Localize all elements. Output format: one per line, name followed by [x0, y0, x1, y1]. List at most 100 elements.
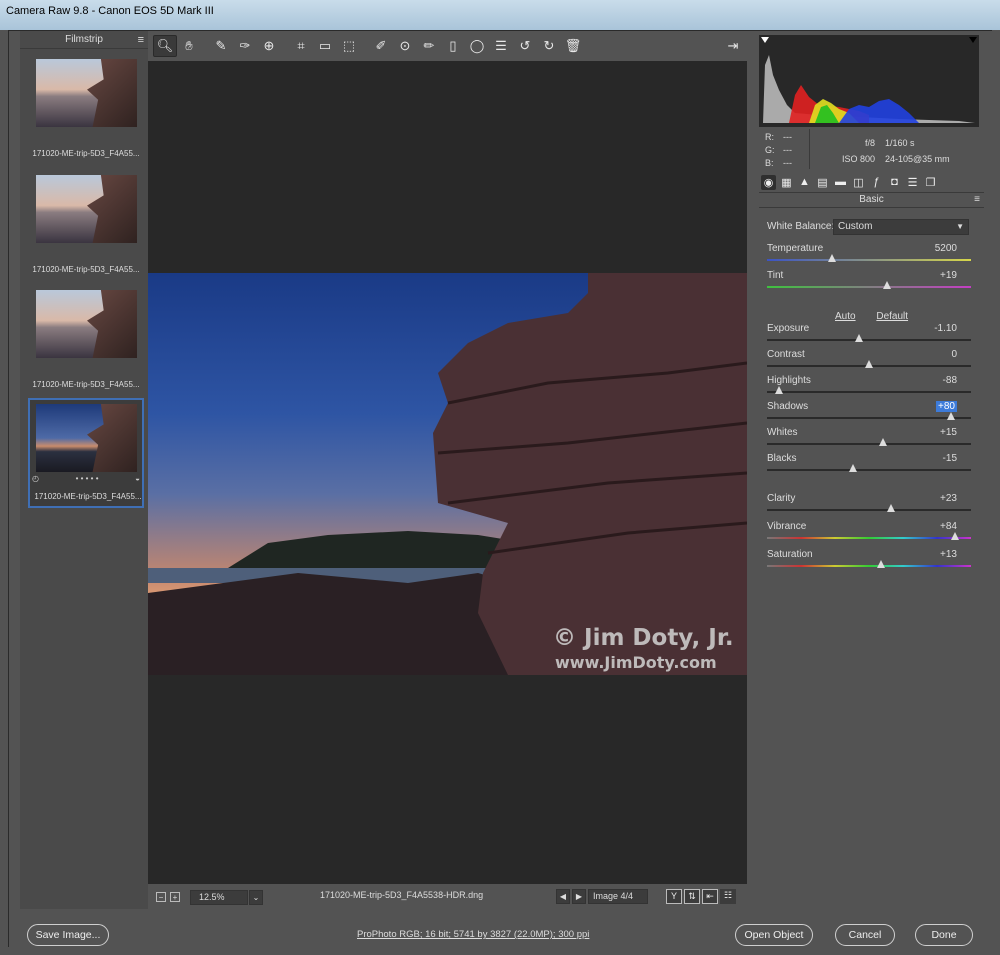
slider-highlights[interactable]: Highlights -88	[767, 375, 971, 397]
red-eye-icon[interactable]: ⊙	[393, 35, 417, 57]
slider-track[interactable]	[767, 469, 971, 471]
white-balance-select[interactable]: Custom ▼	[833, 219, 969, 235]
zoom-in-button[interactable]: +	[170, 892, 180, 902]
slider-track[interactable]	[767, 391, 971, 393]
slider-thumb[interactable]	[775, 386, 784, 394]
filmstrip-thumb-2[interactable]: 171020-ME-trip-5D3_F4A55...	[28, 169, 144, 279]
panel-menu-icon[interactable]: ≡	[974, 193, 980, 207]
slider-value[interactable]: -1.10	[934, 323, 957, 334]
adjustment-brush-icon[interactable]: ✏	[417, 35, 441, 57]
delete-icon[interactable]: 🗑︎	[561, 35, 585, 57]
done-button[interactable]: Done	[915, 924, 973, 946]
tone-curve-tab-icon[interactable]: ▦	[779, 175, 794, 190]
effects-tab-icon[interactable]: ƒ	[869, 175, 884, 190]
rotate-left-icon[interactable]: ↺	[513, 35, 537, 57]
slider-vibrance[interactable]: Vibrance +84	[767, 521, 971, 543]
graduated-filter-icon[interactable]: ▯	[441, 35, 465, 57]
slider-value[interactable]: +80	[936, 401, 957, 412]
slider-value[interactable]: 5200	[935, 243, 957, 254]
filmstrip-thumb-4[interactable]: ◴ • • • • • ◒ 171020-ME-trip-5D3_F4A55..…	[28, 398, 144, 508]
radial-filter-icon[interactable]: ◯	[465, 35, 489, 57]
chevron-down-icon[interactable]: ⌄	[249, 889, 263, 905]
hsl-tab-icon[interactable]: ▤	[815, 175, 830, 190]
slider-value[interactable]: -88	[943, 375, 957, 386]
slider-value[interactable]: 0	[951, 349, 957, 360]
slider-thumb[interactable]	[854, 334, 863, 342]
zoom-level-select[interactable]: 12.5% ⌄	[190, 889, 263, 905]
thumb-caption: 171020-ME-trip-5D3_F4A55...	[32, 380, 140, 389]
detail-tab-icon[interactable]: ▲	[797, 175, 812, 190]
slider-saturation[interactable]: Saturation +13	[767, 549, 971, 571]
slider-label: Vibrance	[767, 521, 807, 532]
slider-exposure[interactable]: Exposure -1.10	[767, 323, 971, 345]
slider-temperature[interactable]: Temperature 5200	[767, 243, 971, 265]
previous-image-button[interactable]: ◀	[556, 889, 570, 904]
filmstrip-thumb-3[interactable]: 171020-ME-trip-5D3_F4A55...	[28, 284, 144, 394]
slider-track[interactable]	[767, 259, 971, 261]
straighten-icon[interactable]: ▭	[313, 35, 337, 57]
slider-track[interactable]	[767, 565, 971, 567]
targeted-adjustment-icon[interactable]: ⊕	[257, 35, 281, 57]
hand-icon[interactable]: ✋︎	[177, 35, 201, 57]
presets-tab-icon[interactable]: ☰	[905, 175, 920, 190]
star-rating[interactable]: • • • • •	[76, 474, 99, 483]
transform-icon[interactable]: ⬚	[337, 35, 361, 57]
slider-track[interactable]	[767, 286, 971, 288]
open-object-button[interactable]: Open Object	[735, 924, 813, 946]
image-preview[interactable]: © Jim Doty, Jr. www.JimDoty.com	[148, 61, 747, 884]
lens-corrections-tab-icon[interactable]: ◫	[851, 175, 866, 190]
slider-thumb[interactable]	[865, 360, 873, 368]
export-icon[interactable]: ⇥	[721, 35, 745, 57]
slider-clarity[interactable]: Clarity +23	[767, 493, 971, 515]
slider-blacks[interactable]: Blacks -15	[767, 453, 971, 475]
slider-value[interactable]: +23	[940, 493, 957, 504]
slider-track[interactable]	[767, 443, 971, 445]
slider-thumb[interactable]	[950, 532, 959, 540]
white-balance-icon[interactable]: ✎	[209, 35, 233, 57]
crop-icon[interactable]: ⌗	[289, 35, 313, 57]
slider-value[interactable]: +13	[940, 549, 957, 560]
slider-whites[interactable]: Whites +15	[767, 427, 971, 449]
copy-settings-icon[interactable]: ⇤	[702, 889, 718, 904]
spot-removal-icon[interactable]: ✐	[369, 35, 393, 57]
view-mode-icon[interactable]: Y	[666, 889, 682, 904]
slider-thumb[interactable]	[883, 281, 892, 289]
slider-thumb[interactable]	[877, 560, 886, 568]
slider-value[interactable]: +19	[940, 270, 957, 281]
slider-contrast[interactable]: Contrast 0	[767, 349, 971, 371]
slider-value[interactable]: +84	[940, 521, 957, 532]
slider-track[interactable]	[767, 509, 971, 511]
workflow-options-link[interactable]: ProPhoto RGB; 16 bit; 5741 by 3827 (22.0…	[357, 929, 589, 940]
slider-thumb[interactable]	[946, 412, 955, 420]
slider-thumb[interactable]	[848, 464, 857, 472]
filmstrip-thumb-1[interactable]: 171020-ME-trip-5D3_F4A55...	[28, 53, 144, 163]
slider-track[interactable]	[767, 537, 971, 539]
next-image-button[interactable]: ▶	[572, 889, 586, 904]
zoom-out-button[interactable]: −	[156, 892, 166, 902]
split-toning-tab-icon[interactable]: ▬	[833, 175, 848, 190]
basic-tab-icon[interactable]: ◉	[761, 174, 776, 190]
filmstrip-menu-icon[interactable]: ≡	[138, 31, 144, 49]
cancel-button[interactable]: Cancel	[835, 924, 895, 946]
preview-status-bar: − + 12.5% ⌄ 171020-ME-trip-5D3_F4A5538-HD…	[148, 884, 747, 910]
camera-calibration-tab-icon[interactable]: ◘	[887, 175, 902, 190]
auto-link[interactable]: Auto	[835, 311, 856, 322]
preview-preferences-icon[interactable]: ☷	[720, 889, 736, 904]
slider-shadows[interactable]: Shadows +80	[767, 401, 971, 423]
slider-track[interactable]	[767, 417, 971, 419]
save-image-button[interactable]: Save Image...	[27, 924, 109, 946]
swap-settings-icon[interactable]: ⇅	[684, 889, 700, 904]
color-sampler-icon[interactable]: ✑	[233, 35, 257, 57]
slider-thumb[interactable]	[828, 254, 837, 262]
snapshots-tab-icon[interactable]: ❐	[923, 175, 938, 190]
rotate-right-icon[interactable]: ↻	[537, 35, 561, 57]
slider-value[interactable]: +15	[940, 427, 957, 438]
zoom-icon[interactable]: 🔍︎	[153, 35, 177, 57]
slider-thumb[interactable]	[879, 438, 888, 446]
slider-track[interactable]	[767, 339, 971, 341]
slider-thumb[interactable]	[887, 504, 896, 512]
preferences-icon[interactable]: ☰	[489, 35, 513, 57]
default-link[interactable]: Default	[876, 311, 908, 322]
slider-value[interactable]: -15	[943, 453, 957, 464]
slider-tint[interactable]: Tint +19	[767, 270, 971, 292]
